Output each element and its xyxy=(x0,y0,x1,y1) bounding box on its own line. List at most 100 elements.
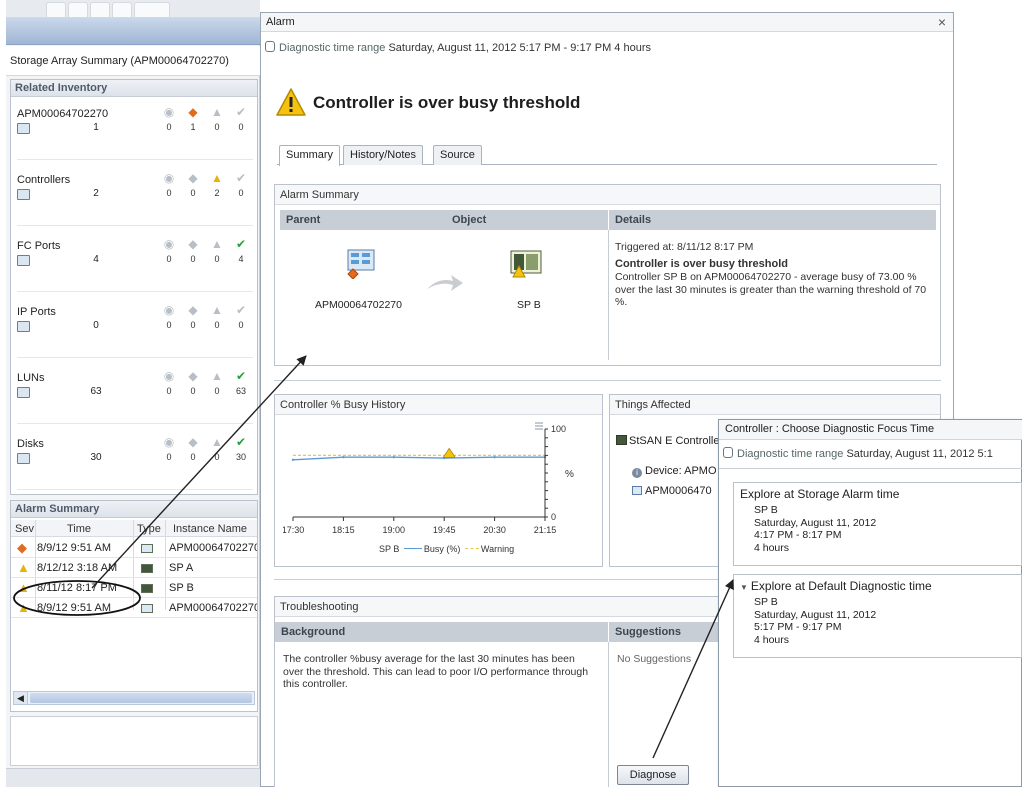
left-footer xyxy=(6,768,260,787)
tab-summary[interactable]: Summary xyxy=(279,145,341,166)
inventory-type-icon xyxy=(17,321,30,332)
severity-count: 0 xyxy=(190,386,196,396)
scrollbar-thumb[interactable] xyxy=(30,693,252,703)
popup-time-range[interactable]: Diagnostic time range Saturday, August 1… xyxy=(723,447,993,460)
inventory-count: 2 xyxy=(93,188,99,199)
details-label: Details xyxy=(615,214,652,226)
range-label: Diagnostic time range xyxy=(279,42,386,54)
x-tick-label: 18:15 xyxy=(332,525,355,535)
inventory-row[interactable]: Disks 30 ◉ 0 ◆ 0 ▲ 0 ✔ 30 xyxy=(17,430,253,490)
inventory-row[interactable]: FC Ports 4 ◉ 0 ◆ 0 ▲ 0 ✔ 4 xyxy=(17,232,253,292)
severity-count: 0 xyxy=(214,254,220,264)
severity-icon: ✔ xyxy=(235,237,247,251)
inventory-row[interactable]: LUNs 63 ◉ 0 ◆ 0 ▲ 0 ✔ 63 xyxy=(17,364,253,424)
parent-name[interactable]: APM00064702270 xyxy=(315,299,402,311)
object-name[interactable]: SP B xyxy=(517,299,541,311)
severity-icon: ◆ xyxy=(188,369,198,383)
severity-count: 0 xyxy=(190,452,196,462)
busy-history-chart[interactable]: 17:30 18:15 19:00 19:45 20:30 21:15 100 0% xyxy=(283,421,597,563)
inventory-row[interactable]: APM00064702270 1 ◉ 0 ◆ 1 ▲ 0 ✔ 0 xyxy=(17,100,253,160)
alarm-instance: SP A xyxy=(169,562,194,574)
related-inventory-panel: Related Inventory APM00064702270 1 ◉ 0 ◆ 1 ▲ 0 ✔… xyxy=(10,79,258,495)
severity-icon: ▲ xyxy=(211,171,223,185)
storage-array-icon[interactable] xyxy=(345,247,377,279)
legend-warning-swatch xyxy=(464,548,479,549)
horizontal-scrollbar[interactable]: ◀ xyxy=(13,691,255,705)
storage-summary-title: Storage Array Summary (APM00064702270) xyxy=(10,55,229,67)
explore-default-title[interactable]: ▼ Explore at Default Diagnostic time xyxy=(740,579,1015,593)
alarm-summary-title: Alarm Summary xyxy=(11,501,257,518)
triangle-down-icon: ▼ xyxy=(740,583,748,592)
alarm-row[interactable]: ◆ 8/9/12 9:51 AM APM00064702270 xyxy=(11,538,257,558)
diagnose-button[interactable]: Diagnose xyxy=(617,765,689,785)
severity-count: 2 xyxy=(214,188,220,198)
inventory-row[interactable]: Controllers 2 ◉ 0 ◆ 0 ▲ 2 ✔ 0 xyxy=(17,166,253,226)
explore-storage-alarm-option[interactable]: Explore at Storage Alarm time SP B Satur… xyxy=(733,482,1022,566)
severity-count: 0 xyxy=(214,452,220,462)
alarm-tabs: Summary History/Notes Source xyxy=(277,143,937,166)
column-instance-name[interactable]: Instance Name xyxy=(173,523,247,535)
affected-item[interactable]: StSAN E Controlle xyxy=(616,435,719,447)
explore-default-option[interactable]: ▼ Explore at Default Diagnostic time SP B… xyxy=(733,574,1022,658)
severity-icon: ▲ xyxy=(17,580,30,595)
column-type[interactable]: Type xyxy=(137,523,161,535)
data-point xyxy=(392,455,395,459)
severity-icon: ◉ xyxy=(163,435,175,449)
severity-count: 1 xyxy=(190,122,196,132)
severity-icon: ▲ xyxy=(17,600,30,615)
chart-options-icon xyxy=(535,422,543,430)
info-icon: i xyxy=(632,468,642,478)
affected-array[interactable]: APM0006470 xyxy=(632,485,712,497)
triggered-at: Triggered at: 8/11/12 8:17 PM xyxy=(615,241,754,253)
clock-icon xyxy=(265,41,275,52)
parent-label: Parent xyxy=(286,214,321,226)
alarm-row[interactable]: ▲ 8/12/12 3:18 AM SP A xyxy=(11,558,257,578)
severity-icon: ✔ xyxy=(235,105,247,119)
severity-count: 0 xyxy=(214,320,220,330)
alarm-row[interactable]: ▲ 8/11/12 8:17 PM SP B xyxy=(11,578,257,598)
severity-icon: ◉ xyxy=(163,369,175,383)
inventory-type-icon xyxy=(17,453,30,464)
tab-source[interactable]: Source xyxy=(433,145,482,165)
left-tab[interactable] xyxy=(90,2,110,17)
left-tab[interactable] xyxy=(112,2,132,17)
severity-count: 0 xyxy=(214,122,220,132)
column-sev[interactable]: Sev xyxy=(15,523,34,535)
severity-icon: ◆ xyxy=(188,171,198,185)
details-text: Controller SP B on APM00064702270 - aver… xyxy=(615,271,927,308)
busy-history-title: Controller % Busy History xyxy=(275,395,602,415)
severity-count: 63 xyxy=(235,386,246,396)
alarm-heading: Controller is over busy threshold xyxy=(313,93,581,112)
default-line: 4 hours xyxy=(754,633,790,646)
diagnostic-time-range[interactable]: Diagnostic time range Saturday, August 1… xyxy=(265,41,651,54)
array-small-icon xyxy=(632,486,642,495)
parent-object-header: Parent Object xyxy=(280,210,608,230)
severity-count: 4 xyxy=(238,254,244,264)
alarm-details: Triggered at: 8/11/12 8:17 PM Controller… xyxy=(615,241,935,309)
alarm-row[interactable]: ▲ 8/9/12 9:51 AM APM00064702270 xyxy=(11,598,257,618)
close-icon[interactable]: × xyxy=(938,14,946,30)
left-header-bar xyxy=(6,18,260,45)
alarm-instance: APM00064702270 xyxy=(169,542,257,554)
inventory-count: 63 xyxy=(90,386,102,397)
inventory-row[interactable]: IP Ports 0 ◉ 0 ◆ 0 ▲ 0 ✔ 0 xyxy=(17,298,253,358)
affected-item-label: StSAN E Controlle xyxy=(629,435,720,447)
severity-icon: ▲ xyxy=(17,560,30,575)
storage-summary-header: Storage Array Summary (APM00064702270) xyxy=(6,46,260,76)
inventory-name: Disks xyxy=(17,438,44,450)
column-time[interactable]: Time xyxy=(67,523,91,535)
inventory-type-icon xyxy=(17,189,30,200)
left-tab[interactable] xyxy=(68,2,88,17)
scroll-left-icon[interactable]: ◀ xyxy=(14,692,28,704)
x-tick-label: 19:45 xyxy=(433,525,456,535)
alarm-time: 8/9/12 9:51 AM xyxy=(37,602,111,614)
left-tab[interactable] xyxy=(46,2,66,17)
left-pane: Storage Array Summary (APM00064702270) R… xyxy=(6,0,260,787)
explore-storage-title[interactable]: Explore at Storage Alarm time xyxy=(740,487,1015,501)
inventory-name: IP Ports xyxy=(17,306,56,318)
left-tab[interactable] xyxy=(134,2,170,17)
affected-device[interactable]: i Device: APMO xyxy=(632,465,717,478)
legend-warning: Warning xyxy=(480,544,515,554)
controller-icon[interactable] xyxy=(509,249,543,279)
tab-history-notes[interactable]: History/Notes xyxy=(343,145,424,165)
